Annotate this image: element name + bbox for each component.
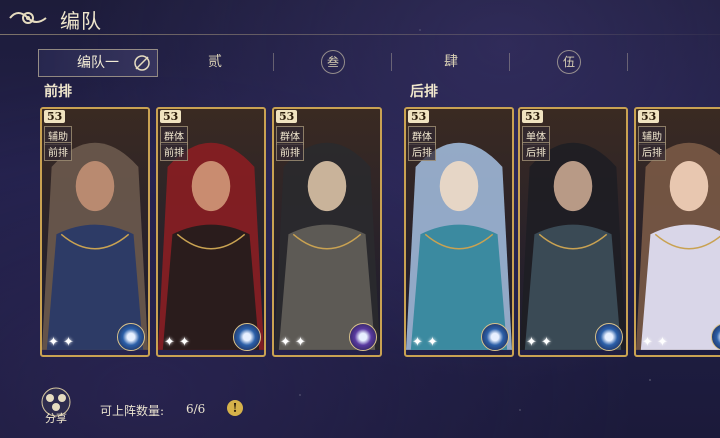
- page-title: 编队: [60, 9, 102, 33]
- star-sparkle-icon: ✦ ✦: [48, 335, 74, 350]
- star-sparkle-icon: ✦ ✦: [164, 335, 190, 350]
- level-badge: 53: [276, 110, 298, 123]
- back-swirl-icon[interactable]: [6, 4, 52, 32]
- tab-team-1[interactable]: 编队一: [38, 49, 158, 77]
- character-card[interactable]: 53 单体 后排 ✦ ✦: [518, 107, 628, 357]
- water-element-icon: [481, 323, 509, 351]
- character-card[interactable]: 53 辅助 后排 ✦ ✦: [634, 107, 720, 357]
- tab-team-3-label: 叁: [321, 50, 345, 74]
- position-tag: 前排: [276, 142, 304, 161]
- header: 编队: [0, 0, 720, 38]
- star-sparkle-icon: ✦ ✦: [280, 335, 306, 350]
- tab-separator: [627, 53, 628, 71]
- level-badge: 53: [160, 110, 182, 123]
- character-card[interactable]: 53 辅助 前排 ✦ ✦: [40, 107, 150, 357]
- position-tag: 前排: [160, 142, 188, 161]
- front-row-label: 前排: [44, 84, 72, 100]
- level-badge: 53: [408, 110, 430, 123]
- tab-team-1-label: 编队一: [77, 55, 119, 71]
- slash-circle-icon[interactable]: [133, 54, 151, 72]
- tab-team-2-label: 贰: [208, 54, 222, 70]
- team-tabs: 编队一 贰 叁 肆 伍: [38, 49, 720, 77]
- character-card[interactable]: 53 群体 前排 ✦ ✦: [156, 107, 266, 357]
- tab-team-5[interactable]: 伍: [510, 49, 628, 75]
- info-button[interactable]: !: [227, 400, 243, 416]
- level-badge: 53: [44, 110, 66, 123]
- tab-team-3[interactable]: 叁: [274, 49, 392, 75]
- level-badge: 53: [522, 110, 544, 123]
- tab-team-4-label: 肆: [444, 54, 458, 70]
- level-badge: 53: [638, 110, 660, 123]
- position-tag: 后排: [408, 142, 436, 161]
- void-element-icon: [349, 323, 377, 351]
- back-row-label: 后排: [410, 84, 438, 100]
- deploy-count-label: 可上阵数量:: [100, 404, 165, 418]
- share-label: 分享: [45, 412, 67, 425]
- position-tag: 后排: [522, 142, 550, 161]
- title-divider: [0, 34, 720, 35]
- water-element-icon: [233, 323, 261, 351]
- tab-team-4[interactable]: 肆: [392, 49, 510, 75]
- position-tag: 后排: [638, 142, 666, 161]
- star-sparkle-icon: ✦ ✦: [642, 335, 668, 350]
- position-tag: 前排: [44, 142, 72, 161]
- star-sparkle-icon: ✦ ✦: [412, 335, 438, 350]
- deploy-count-value: 6/6: [186, 402, 206, 416]
- character-card[interactable]: 53 群体 前排 ✦ ✦: [272, 107, 382, 357]
- water-element-icon: [595, 323, 623, 351]
- water-element-icon: [117, 323, 145, 351]
- tab-team-5-label: 伍: [557, 50, 581, 74]
- star-sparkle-icon: ✦ ✦: [526, 335, 552, 350]
- character-card[interactable]: 53 群体 后排 ✦ ✦: [404, 107, 514, 357]
- tab-team-2[interactable]: 贰: [156, 49, 274, 75]
